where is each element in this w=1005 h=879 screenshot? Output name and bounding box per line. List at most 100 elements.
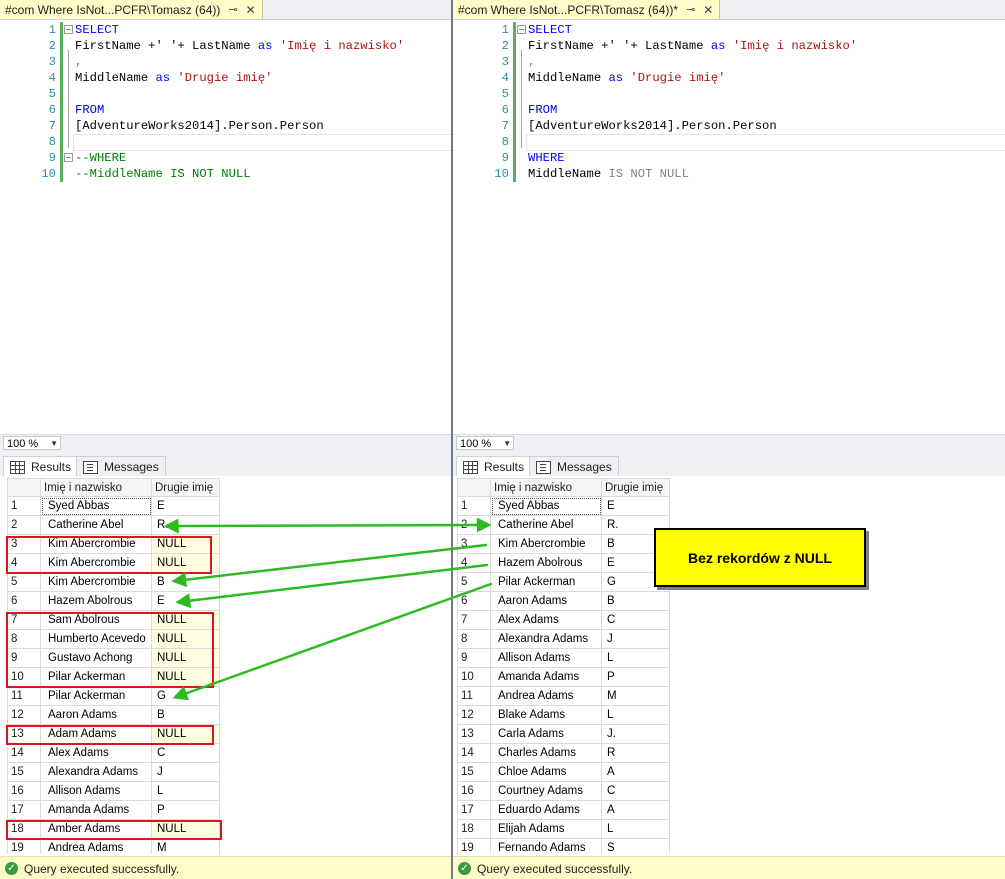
table-row[interactable]: 12 Aaron Adams B bbox=[7, 705, 220, 725]
table-row[interactable]: 8 Humberto Acevedo NULL bbox=[7, 629, 220, 649]
table-row[interactable]: 15 Chloe Adams A bbox=[457, 762, 670, 782]
name-cell[interactable]: Kim Abercrombie bbox=[40, 572, 152, 592]
row-number-header[interactable] bbox=[7, 478, 41, 497]
name-cell[interactable]: Allison Adams bbox=[490, 648, 602, 668]
tab-results[interactable]: Results bbox=[3, 456, 79, 477]
code-line[interactable]: 4 MiddleName as 'Drugie imię' bbox=[453, 70, 1005, 86]
collapse-icon[interactable]: − bbox=[64, 25, 73, 34]
name-cell[interactable]: Adam Adams bbox=[40, 724, 152, 744]
column-header-middle[interactable]: Drugie imię bbox=[601, 478, 670, 497]
middle-name-cell[interactable]: NULL bbox=[151, 610, 220, 630]
row-number-cell[interactable]: 2 bbox=[457, 515, 491, 535]
row-number-cell[interactable]: 1 bbox=[7, 496, 41, 516]
middle-name-cell[interactable]: B bbox=[151, 705, 220, 725]
middle-name-cell[interactable]: C bbox=[151, 743, 220, 763]
table-row[interactable]: 13 Adam Adams NULL bbox=[7, 724, 220, 744]
table-row[interactable]: 10 Pilar Ackerman NULL bbox=[7, 667, 220, 687]
table-row[interactable]: 17 Eduardo Adams A bbox=[457, 800, 670, 820]
code-line[interactable]: 1 SELECT bbox=[453, 22, 1005, 38]
name-cell[interactable]: Alexandra Adams bbox=[40, 762, 152, 782]
row-number-header[interactable] bbox=[457, 478, 491, 497]
name-cell[interactable]: Pilar Ackerman bbox=[490, 572, 602, 592]
middle-name-cell[interactable]: NULL bbox=[151, 819, 220, 839]
middle-name-cell[interactable]: P bbox=[601, 667, 670, 687]
name-cell[interactable]: Hazem Abolrous bbox=[40, 591, 152, 611]
pin-icon[interactable]: ⊸ bbox=[686, 3, 695, 16]
row-number-cell[interactable]: 11 bbox=[7, 686, 41, 706]
middle-name-cell[interactable]: C bbox=[601, 781, 670, 801]
name-cell[interactable]: Andrea Adams bbox=[490, 686, 602, 706]
name-cell[interactable]: Hazem Abolrous bbox=[490, 553, 602, 573]
row-number-cell[interactable]: 17 bbox=[457, 800, 491, 820]
row-number-cell[interactable]: 16 bbox=[457, 781, 491, 801]
row-number-cell[interactable]: 9 bbox=[457, 648, 491, 668]
results-grid[interactable]: Imię i nazwisko Drugie imię 1 Syed Abbas E… bbox=[7, 478, 220, 854]
table-row[interactable]: 19 Andrea Adams M bbox=[7, 838, 220, 854]
table-row[interactable]: 10 Amanda Adams P bbox=[457, 667, 670, 687]
name-cell[interactable]: Pilar Ackerman bbox=[40, 667, 152, 687]
table-row[interactable]: 18 Amber Adams NULL bbox=[7, 819, 220, 839]
name-cell[interactable]: Kim Abercrombie bbox=[490, 534, 602, 554]
middle-name-cell[interactable]: E bbox=[151, 496, 220, 516]
middle-name-cell[interactable]: E bbox=[151, 591, 220, 611]
table-row[interactable]: 15 Alexandra Adams J bbox=[7, 762, 220, 782]
middle-name-cell[interactable]: NULL bbox=[151, 534, 220, 554]
row-number-cell[interactable]: 14 bbox=[457, 743, 491, 763]
name-cell[interactable]: Courtney Adams bbox=[490, 781, 602, 801]
tab-results[interactable]: Results bbox=[456, 456, 532, 477]
middle-name-cell[interactable]: R. bbox=[151, 515, 220, 535]
middle-name-cell[interactable]: J bbox=[601, 629, 670, 649]
row-number-cell[interactable]: 3 bbox=[457, 534, 491, 554]
column-header-name[interactable]: Imię i nazwisko bbox=[490, 478, 602, 497]
table-row[interactable]: 16 Courtney Adams C bbox=[457, 781, 670, 801]
row-number-cell[interactable]: 4 bbox=[457, 553, 491, 573]
row-number-cell[interactable]: 12 bbox=[457, 705, 491, 725]
row-number-cell[interactable]: 19 bbox=[457, 838, 491, 854]
name-cell[interactable]: Syed Abbas bbox=[40, 496, 152, 516]
middle-name-cell[interactable]: A bbox=[601, 762, 670, 782]
name-cell[interactable]: Amber Adams bbox=[40, 819, 152, 839]
code-line[interactable]: 5 bbox=[453, 86, 1005, 102]
middle-name-cell[interactable]: M bbox=[601, 686, 670, 706]
sql-editor[interactable]: 1 SELECT 2 FirstName +' '+ LastName as 'Imi… bbox=[453, 20, 1005, 434]
table-row[interactable]: 19 Fernando Adams S bbox=[457, 838, 670, 854]
close-icon[interactable]: ✕ bbox=[246, 3, 256, 17]
row-number-cell[interactable]: 5 bbox=[457, 572, 491, 592]
name-cell[interactable]: Blake Adams bbox=[490, 705, 602, 725]
row-number-cell[interactable]: 8 bbox=[457, 629, 491, 649]
middle-name-cell[interactable]: L bbox=[601, 648, 670, 668]
zoom-select[interactable]: 100 % ▼ bbox=[3, 436, 61, 450]
table-row[interactable]: 11 Pilar Ackerman G bbox=[7, 686, 220, 706]
middle-name-cell[interactable]: R bbox=[601, 743, 670, 763]
middle-name-cell[interactable]: S bbox=[601, 838, 670, 854]
row-number-cell[interactable]: 11 bbox=[457, 686, 491, 706]
row-number-cell[interactable]: 19 bbox=[7, 838, 41, 854]
middle-name-cell[interactable]: L bbox=[151, 781, 220, 801]
table-row[interactable]: 5 Kim Abercrombie B bbox=[7, 572, 220, 592]
name-cell[interactable]: Amanda Adams bbox=[40, 800, 152, 820]
row-number-cell[interactable]: 6 bbox=[7, 591, 41, 611]
close-icon[interactable]: ✕ bbox=[703, 3, 713, 17]
name-cell[interactable]: Elijah Adams bbox=[490, 819, 602, 839]
name-cell[interactable]: Pilar Ackerman bbox=[40, 686, 152, 706]
table-row[interactable]: 4 Hazem Abolrous E bbox=[457, 553, 670, 573]
collapse-icon[interactable]: − bbox=[517, 25, 526, 34]
middle-name-cell[interactable]: M bbox=[151, 838, 220, 854]
name-cell[interactable]: Carla Adams bbox=[490, 724, 602, 744]
sql-editor[interactable]: 1 SELECT 2 FirstName +' '+ LastName as 'Imi… bbox=[0, 20, 451, 434]
query-tab[interactable]: #com Where IsNot...PCFR\Tomasz (64))* ⊸ … bbox=[453, 0, 721, 19]
table-row[interactable]: 11 Andrea Adams M bbox=[457, 686, 670, 706]
table-row[interactable]: 16 Allison Adams L bbox=[7, 781, 220, 801]
row-number-cell[interactable]: 5 bbox=[7, 572, 41, 592]
middle-name-cell[interactable]: L bbox=[601, 819, 670, 839]
row-number-cell[interactable]: 4 bbox=[7, 553, 41, 573]
table-row[interactable]: 2 Catherine Abel R. bbox=[7, 515, 220, 535]
name-cell[interactable]: Andrea Adams bbox=[40, 838, 152, 854]
middle-name-cell[interactable]: G bbox=[151, 686, 220, 706]
row-number-cell[interactable]: 2 bbox=[7, 515, 41, 535]
code-line[interactable]: 7 [AdventureWorks2014].Person.Person bbox=[453, 118, 1005, 134]
table-row[interactable]: 12 Blake Adams L bbox=[457, 705, 670, 725]
code-line[interactable]: 8 bbox=[453, 134, 1005, 151]
row-number-cell[interactable]: 6 bbox=[457, 591, 491, 611]
table-row[interactable]: 14 Alex Adams C bbox=[7, 743, 220, 763]
